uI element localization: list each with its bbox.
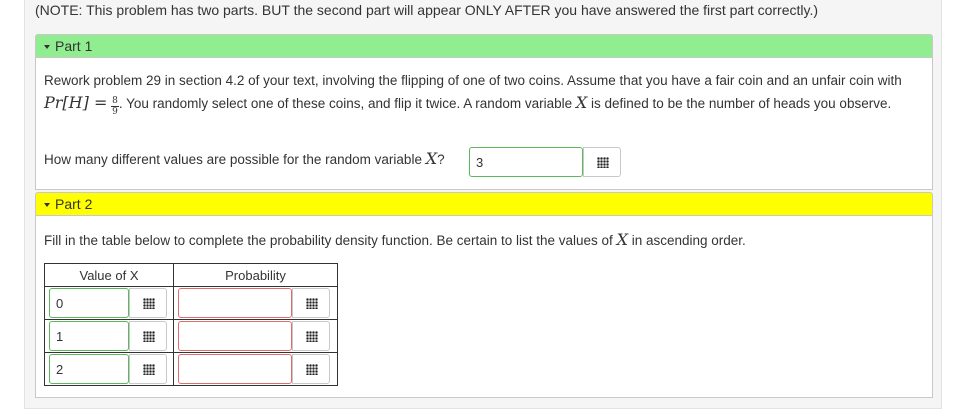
value-cell: 0 (44, 286, 174, 320)
value-input[interactable]: 2 (49, 354, 129, 384)
table-row: 2 (44, 352, 338, 386)
variable-x: X (425, 149, 438, 168)
fraction-denominator: 9 (112, 107, 118, 117)
value-cell: 2 (44, 352, 174, 386)
table-row: 0 (44, 286, 338, 320)
question-mark: ? (437, 152, 445, 167)
grid-icon (306, 331, 318, 342)
table-row: 1 (44, 319, 338, 353)
grid-icon (597, 157, 609, 168)
variable-x: X (575, 93, 588, 112)
value-input[interactable]: 1 (49, 321, 129, 351)
prompt-text: is defined to be the number of heads you… (587, 96, 892, 111)
value-text: 0 (56, 296, 64, 311)
palette-button[interactable] (129, 354, 167, 384)
caret-down-icon (44, 45, 50, 49)
part1-body: Rework problem 29 in section 4.2 of your… (35, 58, 933, 190)
prompt-text: Rework problem 29 in section 4.2 of your… (44, 73, 902, 88)
part2-title: Part 2 (55, 196, 93, 212)
fraction-numerator: 8 (111, 96, 119, 107)
fraction: 89 (111, 96, 119, 117)
probability-cell (173, 319, 338, 353)
part1-header[interactable]: Part 1 (35, 34, 933, 58)
palette-button[interactable] (129, 321, 167, 351)
value-input[interactable]: 0 (49, 288, 129, 318)
palette-button[interactable] (292, 288, 330, 318)
probability-input[interactable] (178, 321, 292, 351)
value-text: 1 (56, 329, 64, 344)
probability-cell (173, 352, 338, 386)
palette-button[interactable] (292, 354, 330, 384)
grid-icon (143, 331, 155, 342)
pdf-table: Value of X Probability 0 1 2 (44, 263, 338, 386)
probability-expression: Pr[H] = (44, 93, 108, 112)
num-values-input[interactable]: 3 (469, 147, 583, 177)
problem-panel: (NOTE: This problem has two parts. BUT t… (24, 0, 942, 409)
part2-instructions: Fill in the table below to complete the … (44, 229, 924, 252)
probability-input[interactable] (178, 354, 292, 384)
value-cell: 1 (44, 319, 174, 353)
probability-cell (173, 286, 338, 320)
question-text: How many different values are possible f… (44, 152, 426, 167)
num-values-value: 3 (476, 155, 484, 170)
probability-input[interactable] (178, 288, 292, 318)
problem-note: (NOTE: This problem has two parts. BUT t… (35, 2, 819, 18)
instruction-text: Fill in the table below to complete the … (44, 233, 617, 248)
part2-header[interactable]: Part 2 (35, 192, 933, 216)
column-header-probability: Probability (173, 263, 338, 287)
part2-body: Fill in the table below to complete the … (35, 216, 933, 398)
palette-button[interactable] (129, 288, 167, 318)
part1-prompt: Rework problem 29 in section 4.2 of your… (44, 70, 924, 117)
caret-down-icon (44, 203, 50, 207)
value-text: 2 (56, 362, 64, 377)
grid-icon (306, 298, 318, 309)
grid-icon (143, 298, 155, 309)
palette-button[interactable] (292, 321, 330, 351)
grid-icon (306, 364, 318, 375)
grid-icon (143, 364, 155, 375)
part1-title: Part 1 (55, 38, 93, 54)
instruction-text: in ascending order. (627, 233, 746, 248)
prompt-text: . You randomly select one of these coins… (118, 96, 576, 111)
variable-x: X (616, 230, 628, 249)
palette-button[interactable] (583, 147, 621, 177)
column-header-value: Value of X (44, 263, 174, 287)
table-header-row: Value of X Probability (44, 263, 338, 287)
